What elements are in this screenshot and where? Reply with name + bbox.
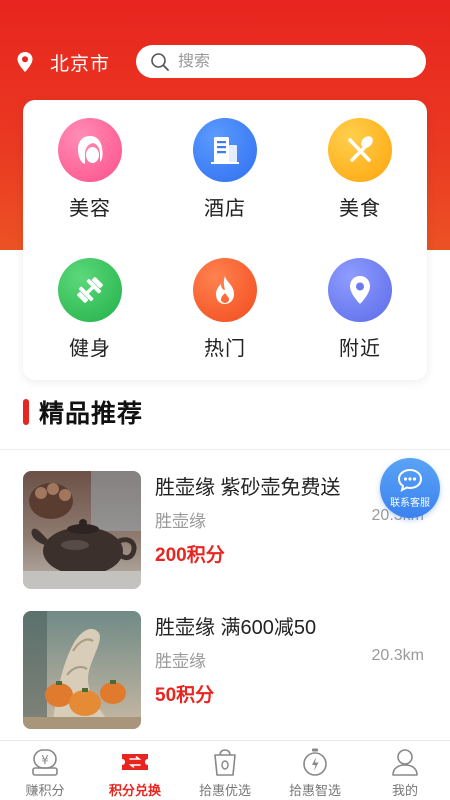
category-hot[interactable]: 热门 xyxy=(158,258,292,361)
section-title: 精品推荐 xyxy=(39,400,144,428)
tab-label: 拾惠智选 xyxy=(288,783,341,798)
bottom-tab-bar: ¥ 赚积分 积分兑换 拾惠优选 拾惠智选 我的 xyxy=(0,740,450,800)
category-label: 健身 xyxy=(69,338,111,360)
tab-my-profile[interactable]: 我的 xyxy=(360,741,450,800)
tab-label: 赚积分 xyxy=(25,783,65,798)
contact-service-label: 联系客服 xyxy=(390,497,430,509)
product-points: 50积分 xyxy=(155,685,215,706)
product-image-carving xyxy=(23,611,141,729)
category-nearby[interactable]: 附近 xyxy=(293,258,427,361)
face-icon xyxy=(58,118,122,182)
category-label: 美容 xyxy=(69,198,111,220)
tab-label: 拾惠优选 xyxy=(198,783,251,798)
flame-icon xyxy=(193,258,257,322)
section-header: 精品推荐 xyxy=(23,394,143,430)
category-hotel[interactable]: 酒店 xyxy=(158,118,292,221)
category-label: 酒店 xyxy=(204,198,246,220)
stopwatch-icon xyxy=(303,748,327,776)
product-shop: 胜壶缘 xyxy=(155,652,206,671)
location-icon xyxy=(328,258,392,322)
product-title: 胜壶缘 满600减50 xyxy=(155,617,317,639)
category-label: 热门 xyxy=(204,338,246,360)
user-icon xyxy=(392,749,418,776)
product-item[interactable]: 胜壶缘 满600减50 胜壶缘 20.3km 50积分 xyxy=(23,611,427,729)
category-label: 美食 xyxy=(339,198,381,220)
product-item[interactable]: 胜壶缘 紫砂壶免费送 胜壶缘 20.3km 200积分 xyxy=(23,471,427,589)
product-points: 200积分 xyxy=(155,545,225,566)
yen-coin-icon: ¥ xyxy=(32,749,58,776)
category-grid: 美容 酒店 美食 健身 热门 附近 xyxy=(23,100,427,380)
product-title: 胜壶缘 紫砂壶免费送 xyxy=(155,477,341,499)
exchange-ticket-icon xyxy=(122,754,148,770)
search-input[interactable] xyxy=(178,52,408,71)
search-bar[interactable] xyxy=(136,45,426,78)
building-icon xyxy=(193,118,257,182)
category-label: 附近 xyxy=(339,338,381,360)
location-selector[interactable]: 北京市 xyxy=(16,46,110,78)
section-accent-bar xyxy=(23,399,29,425)
product-shop: 胜壶缘 xyxy=(155,512,206,531)
tab-smart-deals[interactable]: 拾惠智选 xyxy=(270,741,360,800)
tab-label: 积分兑换 xyxy=(108,783,161,798)
tab-earn-points[interactable]: ¥ 赚积分 xyxy=(0,741,90,800)
chat-bubble-icon xyxy=(397,468,423,492)
tab-selected-deals[interactable]: 拾惠优选 xyxy=(180,741,270,800)
divider xyxy=(0,449,450,450)
fork-spoon-icon xyxy=(328,118,392,182)
tab-label: 我的 xyxy=(391,783,418,798)
category-beauty[interactable]: 美容 xyxy=(23,118,157,221)
search-icon xyxy=(151,52,169,71)
contact-service-button[interactable]: 联系客服 xyxy=(380,458,440,518)
bag-icon xyxy=(214,749,236,776)
location-pin-icon xyxy=(17,52,33,72)
category-food[interactable]: 美食 xyxy=(293,118,427,221)
product-distance: 20.3km xyxy=(371,647,424,664)
product-image-teapot xyxy=(23,471,141,589)
svg-text:¥: ¥ xyxy=(41,753,49,767)
dumbbell-icon xyxy=(58,258,122,322)
city-name: 北京市 xyxy=(50,53,111,75)
category-fitness[interactable]: 健身 xyxy=(23,258,157,361)
tab-points-exchange[interactable]: 积分兑换 xyxy=(90,741,180,800)
